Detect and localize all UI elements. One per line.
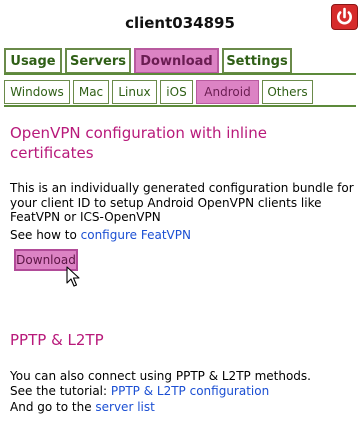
page-title: client034895	[125, 14, 235, 32]
tab-usage[interactable]: Usage	[4, 48, 62, 74]
logout-button[interactable]	[331, 4, 358, 30]
tutorial-prefix: See the tutorial:	[10, 384, 111, 398]
tab-linux[interactable]: Linux	[112, 80, 157, 104]
server-list-link[interactable]: server list	[95, 400, 154, 414]
server-list-prefix: And go to the	[10, 400, 96, 414]
openvpn-see-how: See how to configure FeatVPN	[10, 228, 355, 243]
configure-featvpn-link[interactable]: configure FeatVPN	[81, 228, 191, 242]
openvpn-section-title: OpenVPN configuration with inline certif…	[10, 124, 267, 162]
main-tab-divider	[4, 73, 356, 75]
pptp-server-list-line: And go to the server list	[10, 400, 355, 415]
pptp-tutorial: See the tutorial: PPTP & L2TP configurat…	[10, 384, 355, 399]
tab-download[interactable]: Download	[134, 48, 219, 74]
sub-tab-divider	[4, 105, 356, 107]
openvpn-description: This is an individually generated config…	[10, 181, 354, 224]
tab-android[interactable]: Android	[196, 80, 259, 104]
mouse-pointer-icon	[66, 266, 80, 287]
tab-servers[interactable]: Servers	[65, 48, 131, 74]
pptp-description: You can also connect using PPTP & L2TP m…	[10, 369, 311, 383]
tab-mac[interactable]: Mac	[73, 80, 109, 104]
platform-tab-bar: Windows Mac Linux iOS Android Others	[4, 80, 316, 104]
tab-settings[interactable]: Settings	[222, 48, 292, 74]
pptp-section-title: PPTP & L2TP	[10, 331, 104, 349]
tab-ios[interactable]: iOS	[160, 80, 193, 104]
tab-windows[interactable]: Windows	[4, 80, 70, 104]
tab-others[interactable]: Others	[262, 80, 313, 104]
see-how-prefix: See how to	[10, 228, 81, 242]
power-icon	[337, 7, 352, 25]
main-tab-bar: Usage Servers Download Settings	[4, 48, 295, 74]
pptp-l2tp-configuration-link[interactable]: PPTP & L2TP configuration	[111, 384, 269, 398]
